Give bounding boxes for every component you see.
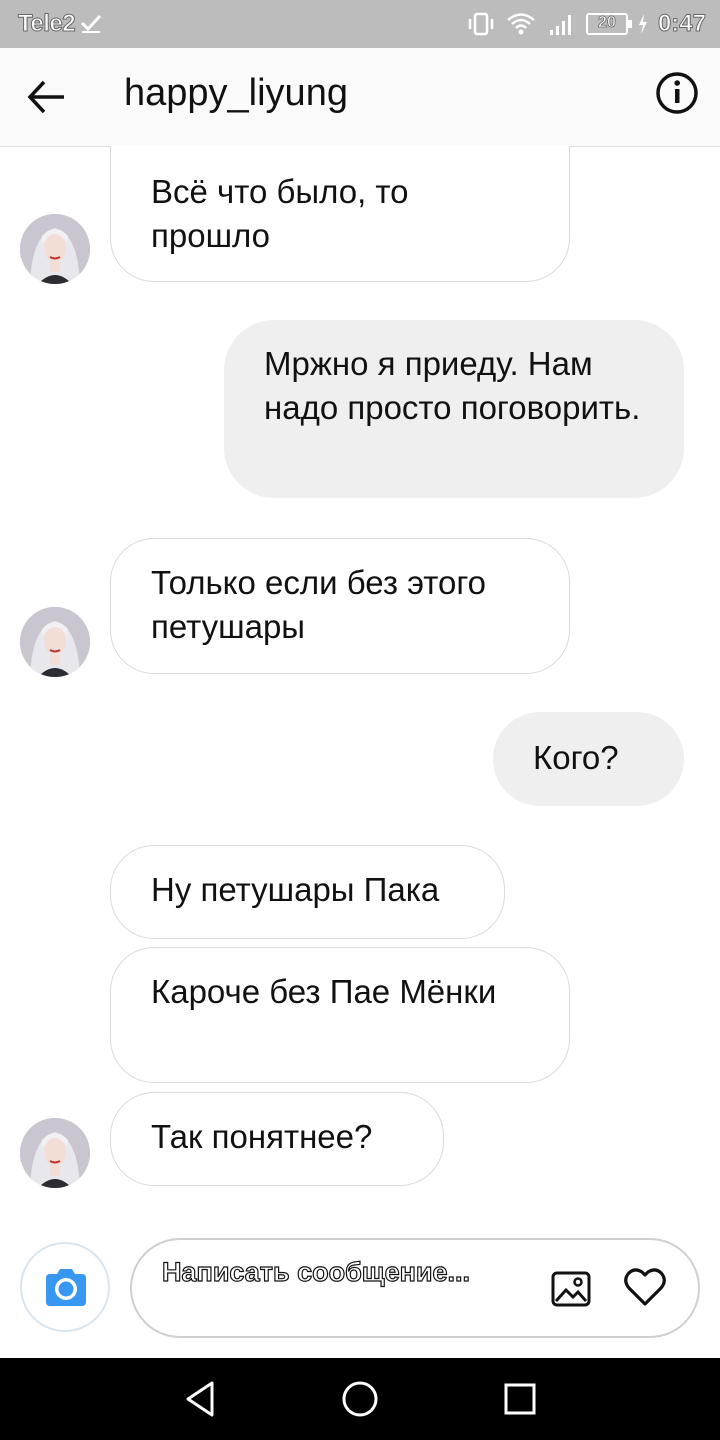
user-photo [20, 214, 90, 284]
message-text: Всё что было, то прошло [151, 173, 409, 254]
system-navigation-bar [0, 1358, 720, 1440]
check-icon [80, 14, 102, 33]
message-bubble[interactable]: Так понятнее? [110, 1092, 444, 1186]
recents-nav-icon[interactable] [499, 1378, 541, 1420]
message-input[interactable]: Написать сообщение... [161, 1254, 522, 1290]
back-arrow-icon[interactable] [24, 74, 70, 120]
vibrate-icon [468, 12, 494, 36]
avatar[interactable] [20, 214, 90, 284]
message-text: Кого? [533, 739, 619, 776]
camera-icon [38, 1260, 94, 1316]
message-bubble[interactable]: Всё что было, то прошло [110, 146, 570, 282]
battery-level: 20 [598, 14, 617, 32]
camera-button[interactable] [20, 1242, 110, 1332]
message-text: Так понятнее? [151, 1118, 373, 1155]
message-bubble[interactable]: Кого? [493, 712, 684, 806]
gallery-icon[interactable] [550, 1268, 592, 1310]
home-nav-icon[interactable] [339, 1378, 381, 1420]
user-photo [20, 607, 90, 677]
message-text: Кароче без Пае Мёнки [151, 973, 497, 1010]
carrier-name: Tele2 [17, 10, 76, 38]
wifi-icon [507, 13, 535, 35]
message-bubble[interactable]: Мржно я приеду. Нам надо просто поговори… [224, 320, 684, 498]
conversation-header: happy_liyung [0, 48, 720, 147]
message-composer[interactable]: Написать сообщение... [130, 1238, 700, 1338]
charging-icon [638, 14, 647, 34]
info-icon[interactable] [654, 70, 700, 116]
heart-icon[interactable] [622, 1264, 668, 1310]
avatar[interactable] [20, 607, 90, 677]
back-nav-icon[interactable] [180, 1378, 222, 1420]
conversation-title[interactable]: happy_liyung [124, 72, 348, 115]
status-bar: Tele2 20 0:47 [0, 0, 720, 48]
message-bubble[interactable]: Ну петушары Пака [110, 845, 505, 939]
battery-icon: 20 [585, 13, 632, 35]
message-text: Мржно я приеду. Нам надо просто поговори… [264, 345, 641, 426]
message-bubble[interactable]: Только если без этого петушары [110, 538, 570, 674]
message-text: Ну петушары Пака [151, 871, 440, 908]
message-bubble[interactable]: Кароче без Пае Мёнки [110, 947, 570, 1083]
status-time: 0:47 [657, 10, 706, 38]
user-photo [20, 1118, 90, 1188]
message-text: Только если без этого петушары [151, 564, 487, 645]
avatar[interactable] [20, 1118, 90, 1188]
signal-icon [549, 15, 571, 35]
